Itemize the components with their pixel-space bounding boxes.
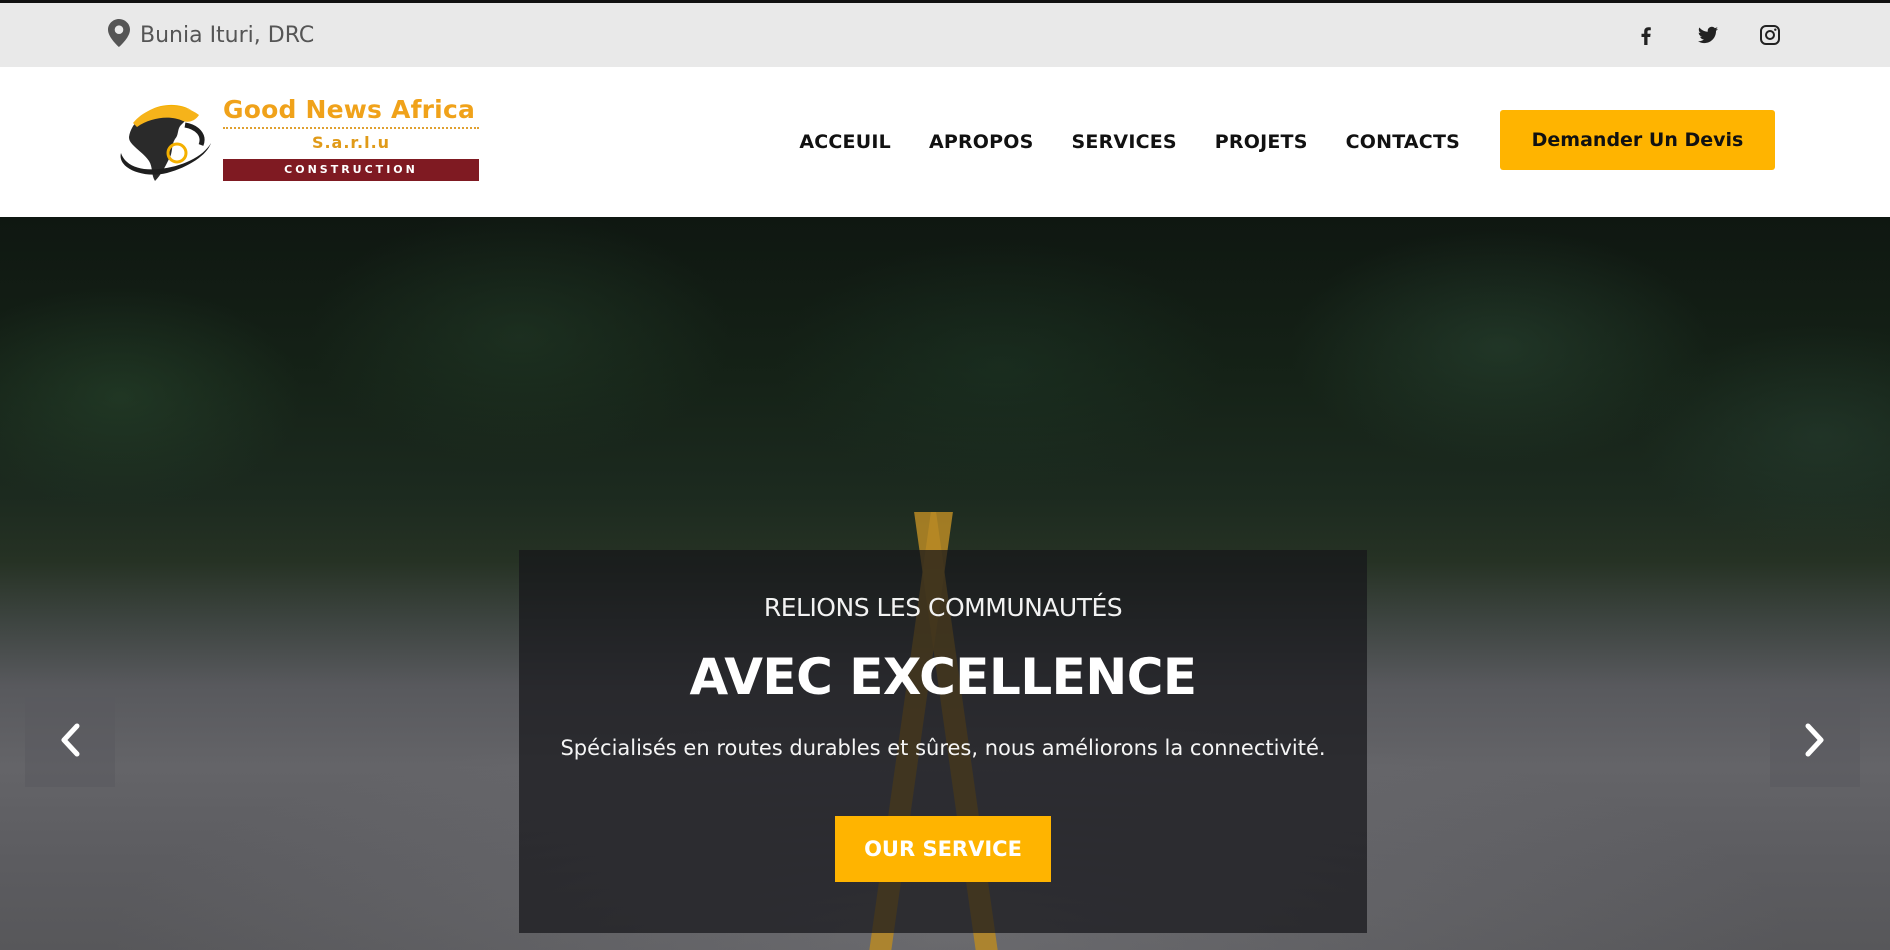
- site-header: Good News Africa S.a.r.l.u CONSTRUCTION …: [0, 67, 1890, 217]
- logo-title: Good News Africa: [223, 95, 476, 124]
- top-bar: Bunia Ituri, DRC: [0, 3, 1890, 67]
- request-quote-button[interactable]: Demander Un Devis: [1500, 110, 1775, 170]
- hero-description: Spécialisés en routes durables et sûres,…: [560, 736, 1326, 760]
- chevron-right-icon: [1804, 723, 1826, 762]
- location-text: Bunia Ituri, DRC: [140, 22, 315, 48]
- company-logo[interactable]: Good News Africa S.a.r.l.u CONSTRUCTION: [115, 95, 485, 191]
- twitter-icon[interactable]: [1696, 23, 1720, 47]
- social-links: [1634, 3, 1782, 67]
- nav-item-contacts[interactable]: CONTACTS: [1346, 131, 1460, 153]
- our-service-button[interactable]: OUR SERVICE: [835, 816, 1051, 882]
- hero-caption-box: RELIONS LES COMMUNAUTÉS AVEC EXCELLENCE …: [519, 550, 1367, 933]
- logo-divider: [223, 127, 479, 129]
- nav-item-apropos[interactable]: APROPOS: [929, 131, 1034, 153]
- logo-subtitle: S.a.r.l.u: [311, 133, 391, 152]
- carousel-prev-button[interactable]: [25, 697, 115, 787]
- hero-pretitle: RELIONS LES COMMUNAUTÉS: [763, 593, 1123, 622]
- logo-band: CONSTRUCTION: [223, 159, 479, 181]
- hero-title: AVEC EXCELLENCE: [689, 648, 1197, 706]
- africa-globe-icon: [115, 95, 215, 191]
- hero-carousel: RELIONS LES COMMUNAUTÉS AVEC EXCELLENCE …: [0, 217, 1890, 950]
- main-nav: ACCEUIL APROPOS SERVICES PROJETS CONTACT…: [799, 67, 1460, 217]
- nav-item-services[interactable]: SERVICES: [1072, 131, 1177, 153]
- nav-item-acceuil[interactable]: ACCEUIL: [799, 131, 891, 153]
- facebook-icon[interactable]: [1634, 23, 1658, 47]
- location: Bunia Ituri, DRC: [108, 3, 314, 67]
- instagram-icon[interactable]: [1758, 23, 1782, 47]
- carousel-next-button[interactable]: [1770, 697, 1860, 787]
- nav-item-projets[interactable]: PROJETS: [1215, 131, 1308, 153]
- chevron-left-icon: [59, 723, 81, 762]
- map-marker-icon: [108, 18, 130, 52]
